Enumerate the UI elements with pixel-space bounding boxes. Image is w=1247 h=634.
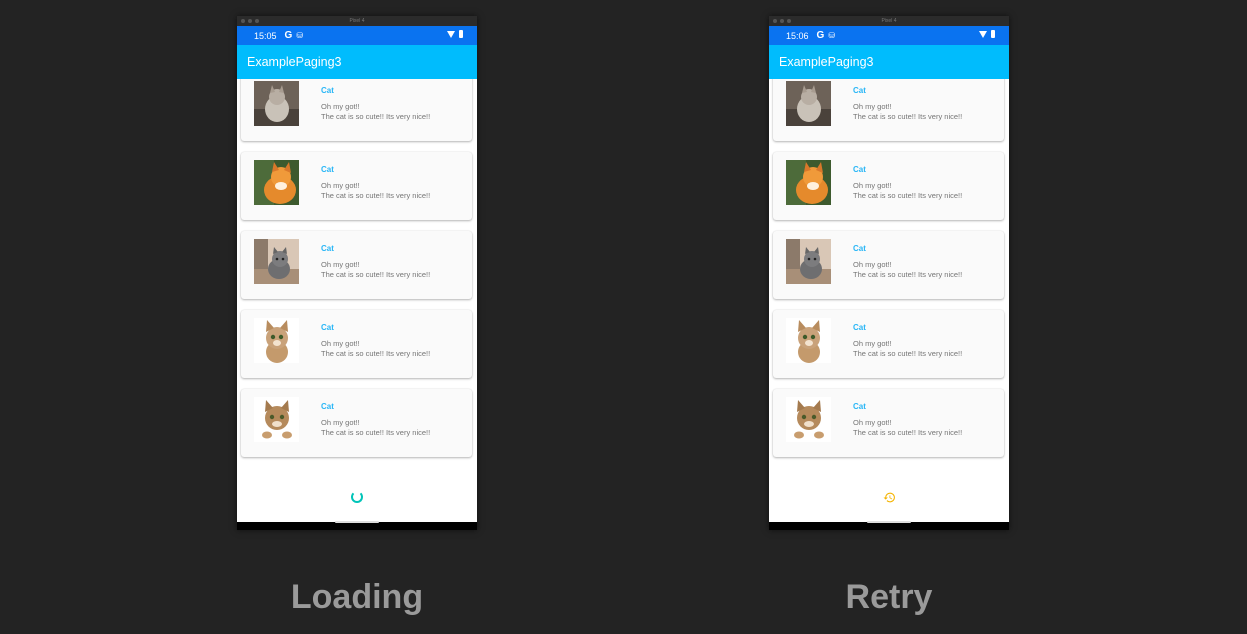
list-item[interactable]: Cat Oh my got!! The cat is so cute!! Its … xyxy=(773,79,1004,141)
emulator-window-bar: Pixel 4 xyxy=(237,16,477,26)
phone-loading: Pixel 4 15:05 G ⛁ ExamplePaging3 Cat Oh … xyxy=(237,16,477,530)
item-title: Cat xyxy=(321,323,334,332)
list-item[interactable]: Cat Oh my got!! The cat is so cute!! Its … xyxy=(773,310,1004,378)
cat-photo-gray xyxy=(254,81,299,126)
app-title: ExamplePaging3 xyxy=(779,55,874,69)
retry-footer xyxy=(769,479,1009,515)
status-time: 15:06 xyxy=(786,30,809,41)
google-icon: G xyxy=(816,30,825,41)
list-item[interactable]: Cat Oh my got!! The cat is so cute!! Its … xyxy=(773,152,1004,220)
window-controls[interactable] xyxy=(241,19,259,23)
item-description: Oh my got!! The cat is so cute!! Its very… xyxy=(853,102,963,121)
item-description: Oh my got!! The cat is so cute!! Its very… xyxy=(853,418,963,437)
item-description: Oh my got!! The cat is so cute!! Its very… xyxy=(321,181,431,200)
item-title: Cat xyxy=(321,86,334,95)
sd-card-icon: ⛁ xyxy=(296,31,304,40)
item-title: Cat xyxy=(853,402,866,411)
wifi-icon xyxy=(447,30,455,38)
retry-caption: Retry xyxy=(845,578,933,616)
item-title: Cat xyxy=(321,402,334,411)
item-title: Cat xyxy=(853,86,866,95)
sd-card-icon: ⛁ xyxy=(828,31,836,40)
window-title: Pixel 4 xyxy=(349,18,365,24)
window-title: Pixel 4 xyxy=(881,18,897,24)
cat-list[interactable]: Cat Oh my got!! The cat is so cute!! Its … xyxy=(769,79,1009,522)
history-retry-icon[interactable] xyxy=(883,491,896,504)
cat-photo-tabby xyxy=(786,318,831,363)
emulator-window-bar: Pixel 4 xyxy=(769,16,1009,26)
item-title: Cat xyxy=(321,165,334,174)
status-bar: 15:05 G ⛁ xyxy=(237,26,477,45)
item-description: Oh my got!! The cat is so cute!! Its very… xyxy=(321,339,431,358)
list-item[interactable]: Cat Oh my got!! The cat is so cute!! Its … xyxy=(241,79,472,141)
status-bar: 15:06 G ⛁ xyxy=(769,26,1009,45)
cat-list[interactable]: Cat Oh my got!! The cat is so cute!! Its … xyxy=(237,79,477,522)
list-item[interactable]: Cat Oh my got!! The cat is so cute!! Its … xyxy=(241,389,472,457)
progress-spinner-icon xyxy=(351,491,363,503)
list-item[interactable]: Cat Oh my got!! The cat is so cute!! Its … xyxy=(241,231,472,299)
item-title: Cat xyxy=(321,244,334,253)
list-item[interactable]: Cat Oh my got!! The cat is so cute!! Its … xyxy=(241,310,472,378)
item-title: Cat xyxy=(853,323,866,332)
cat-photo-tabby xyxy=(254,318,299,363)
cat-photo-orange xyxy=(786,160,831,205)
battery-icon xyxy=(991,30,995,38)
loading-caption: Loading xyxy=(290,578,424,616)
list-item[interactable]: Cat Oh my got!! The cat is so cute!! Its … xyxy=(241,152,472,220)
cat-photo-kitten xyxy=(786,239,831,284)
status-time: 15:05 xyxy=(254,30,277,41)
item-description: Oh my got!! The cat is so cute!! Its very… xyxy=(853,339,963,358)
cat-photo-gray xyxy=(786,81,831,126)
home-gesture-handle[interactable] xyxy=(335,521,379,523)
item-description: Oh my got!! The cat is so cute!! Its very… xyxy=(321,260,431,279)
home-gesture-handle[interactable] xyxy=(867,521,911,523)
item-title: Cat xyxy=(853,244,866,253)
cat-photo-orange xyxy=(254,160,299,205)
item-description: Oh my got!! The cat is so cute!! Its very… xyxy=(321,418,431,437)
list-item[interactable]: Cat Oh my got!! The cat is so cute!! Its … xyxy=(773,231,1004,299)
item-title: Cat xyxy=(853,165,866,174)
loading-footer xyxy=(237,479,477,515)
wifi-icon xyxy=(979,30,987,38)
navigation-bar xyxy=(769,521,1009,530)
cat-photo-tabby-paws xyxy=(254,397,299,442)
cat-photo-kitten xyxy=(254,239,299,284)
battery-icon xyxy=(459,30,463,38)
app-bar: ExamplePaging3 xyxy=(769,45,1009,79)
item-description: Oh my got!! The cat is so cute!! Its very… xyxy=(853,181,963,200)
list-item[interactable]: Cat Oh my got!! The cat is so cute!! Its … xyxy=(773,389,1004,457)
app-bar: ExamplePaging3 xyxy=(237,45,477,79)
window-controls[interactable] xyxy=(773,19,791,23)
navigation-bar xyxy=(237,521,477,530)
cat-photo-tabby-paws xyxy=(786,397,831,442)
app-title: ExamplePaging3 xyxy=(247,55,342,69)
google-icon: G xyxy=(284,30,293,41)
item-description: Oh my got!! The cat is so cute!! Its very… xyxy=(853,260,963,279)
phone-retry: Pixel 4 15:06 G ⛁ ExamplePaging3 Cat Oh … xyxy=(769,16,1009,530)
item-description: Oh my got!! The cat is so cute!! Its very… xyxy=(321,102,431,121)
